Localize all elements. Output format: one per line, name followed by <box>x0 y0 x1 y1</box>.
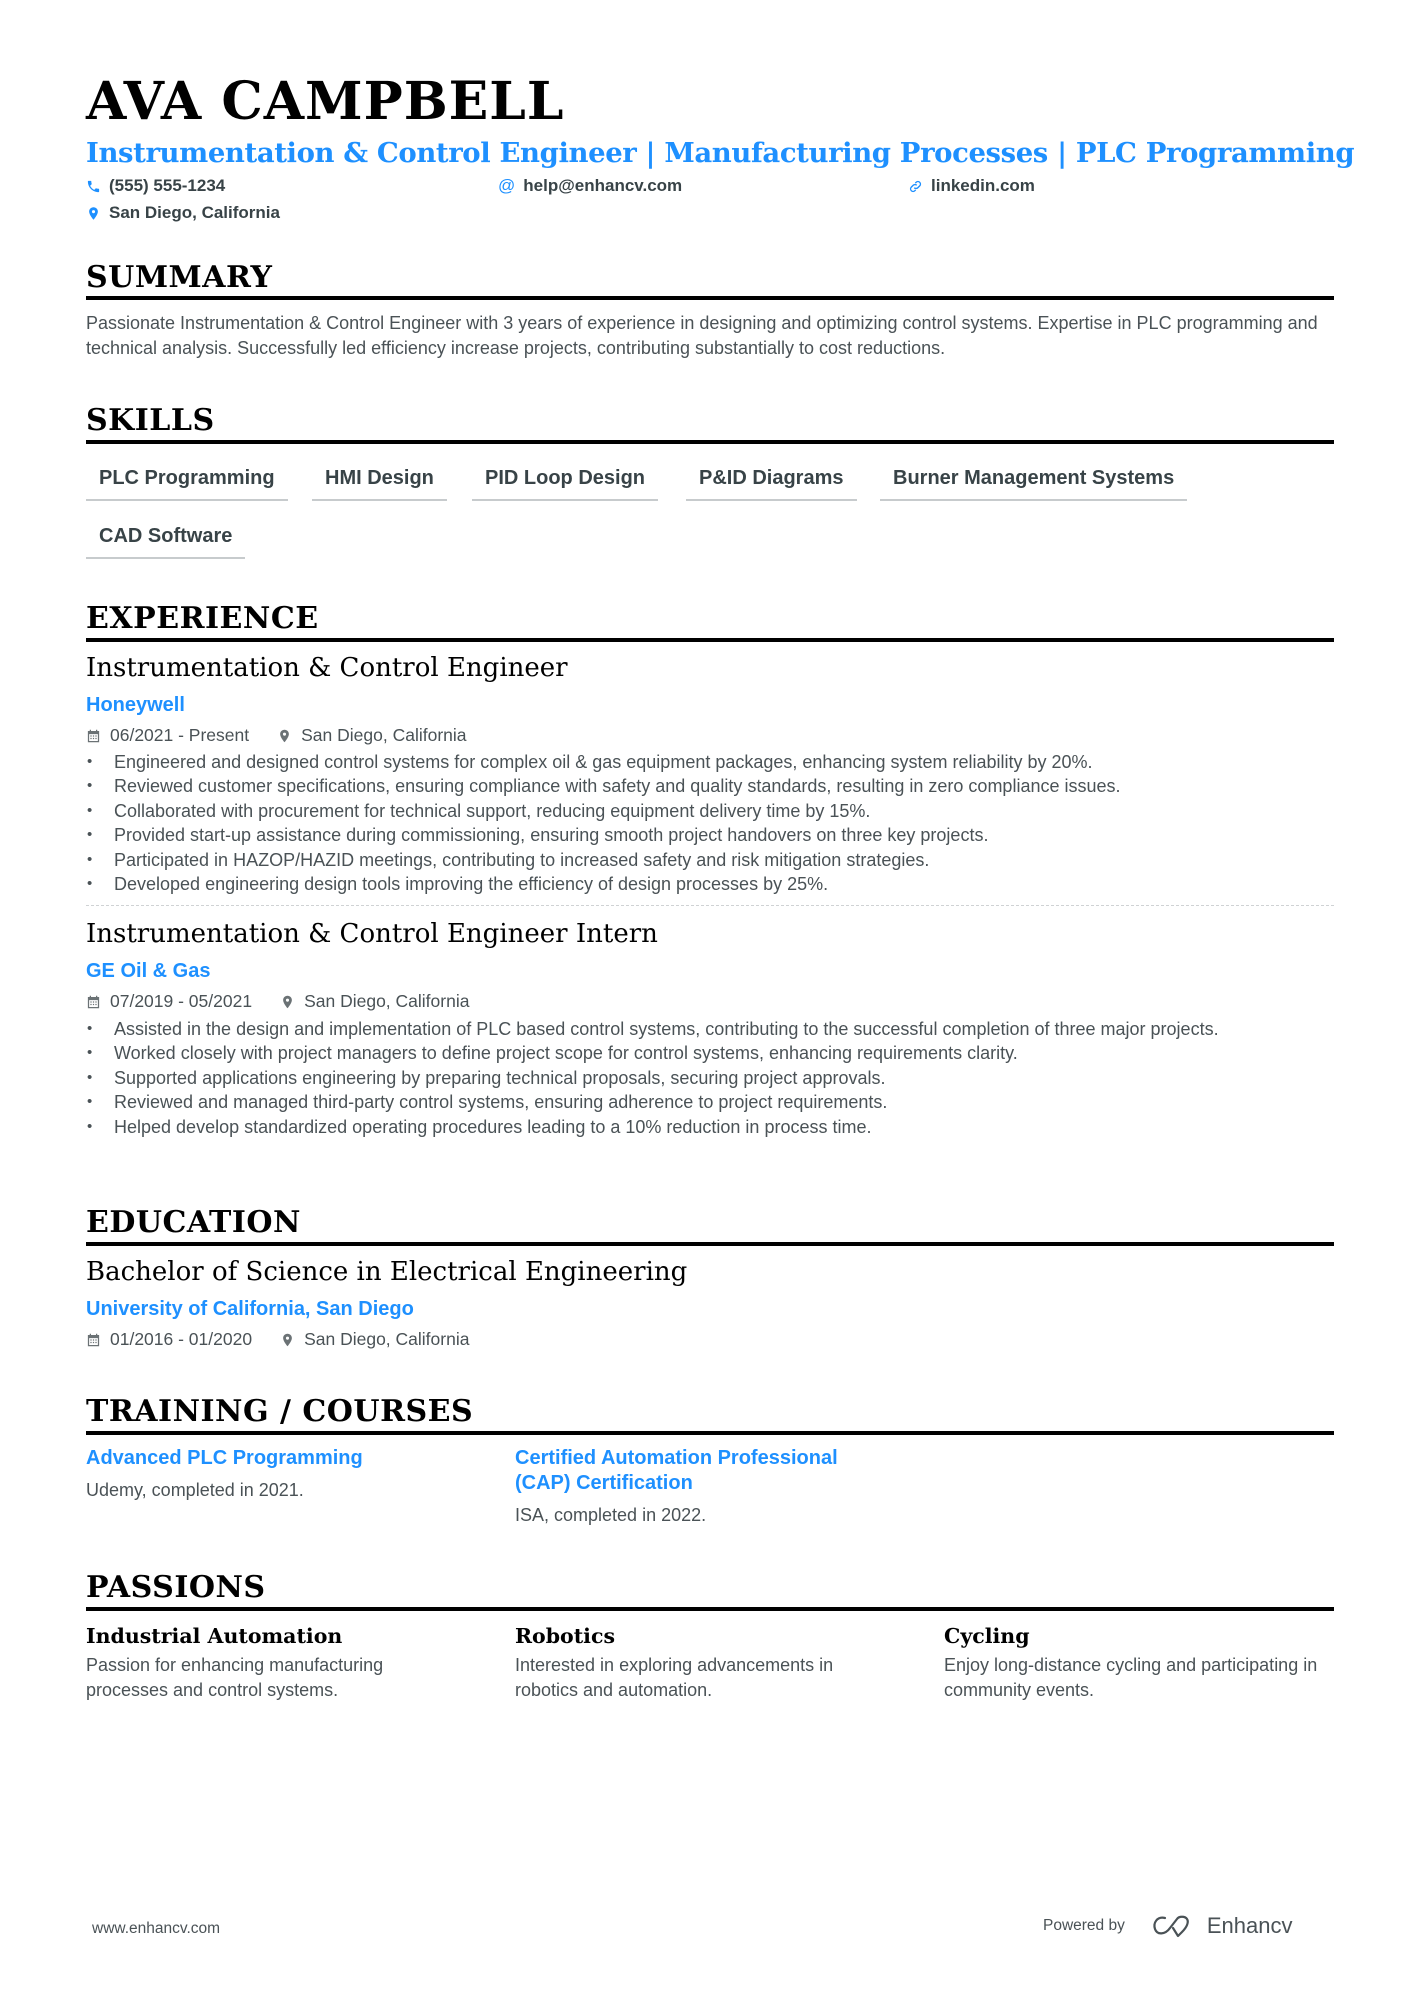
at-icon: @ <box>498 176 516 195</box>
location-pin-icon <box>283 1333 292 1346</box>
bullet-item: Reviewed customer specifications, ensuri… <box>86 774 1334 799</box>
bullet-item: Assisted in the design and implementatio… <box>86 1017 1334 1042</box>
location-pin-icon <box>283 995 292 1008</box>
contact-phone: (555) 555-1234 <box>86 176 225 196</box>
bullet-item: Supported applications engineering by pr… <box>86 1066 1334 1091</box>
passions-heading: PASSIONS <box>86 1570 266 1605</box>
job-meta: 07/2019 - 05/2021 San Diego, California <box>86 991 470 1011</box>
school-name: University of California, San Diego <box>86 1298 414 1320</box>
education-location-text: San Diego, California <box>304 1329 470 1349</box>
course-desc: Udemy, completed in 2021. <box>86 1480 304 1500</box>
location-text: San Diego, California <box>109 203 280 222</box>
link-icon <box>909 180 922 192</box>
training-divider <box>86 1431 1334 1435</box>
enhancv-logo[interactable]: Enhancv <box>1151 1913 1293 1939</box>
footer-website[interactable]: www.enhancv.com <box>92 1920 220 1938</box>
skill-chip: P&ID Diagrams <box>686 466 857 501</box>
job-dates: 07/2019 - 05/2021 <box>110 991 253 1011</box>
course-title: Advanced PLC Programming <box>86 1447 363 1469</box>
job-separator <box>86 905 1334 906</box>
education-meta: 01/2016 - 01/2020 San Diego, California <box>86 1329 470 1349</box>
passion-desc: Passion for enhancing manufacturing proc… <box>86 1655 384 1700</box>
experience-heading: EXPERIENCE <box>86 601 319 636</box>
course-title: Certified Automation Professional (CAP) … <box>515 1447 838 1494</box>
bullet-item: Engineered and designed control systems … <box>86 750 1334 775</box>
job-location-text: San Diego, California <box>304 991 470 1011</box>
degree-title: Bachelor of Science in Electrical Engine… <box>86 1257 688 1287</box>
linkedin-link[interactable]: linkedin.com <box>931 176 1035 196</box>
calendar-icon <box>87 729 100 742</box>
job-title: Instrumentation & Control Engineer <box>86 653 568 683</box>
job-title: Instrumentation & Control Engineer Inter… <box>86 919 658 949</box>
education-dates: 01/2016 - 01/2020 <box>110 1329 253 1349</box>
calendar-icon <box>87 995 100 1008</box>
brand-name: Enhancv <box>1206 1913 1293 1938</box>
bullet-item: Developed engineering design tools impro… <box>86 872 1334 897</box>
bullet-item: Helped develop standardized operating pr… <box>86 1115 1334 1140</box>
education-location: San Diego, California <box>280 1329 470 1349</box>
experience-divider <box>86 638 1334 642</box>
skills-heading: SKILLS <box>86 403 215 438</box>
phone-text: (555) 555-1234 <box>109 176 226 195</box>
passion-desc: Enjoy long-distance cycling and particip… <box>944 1655 1318 1700</box>
location-pin-icon <box>280 729 289 742</box>
job-location: San Diego, California <box>277 725 467 745</box>
education-divider <box>86 1242 1334 1246</box>
headline: Instrumentation & Control Engineer | Man… <box>86 137 1355 169</box>
passion-title: Industrial Automation <box>86 1624 343 1648</box>
bullet-item: Reviewed and managed third-party control… <box>86 1090 1334 1115</box>
job-bullets: Assisted in the design and implementatio… <box>86 1017 1334 1139</box>
bullet-item: Collaborated with procurement for techni… <box>86 799 1334 824</box>
summary-text: Passionate Instrumentation & Control Eng… <box>86 313 1318 358</box>
company-name: GE Oil & Gas <box>86 960 211 982</box>
passion-title: Cycling <box>944 1624 1030 1648</box>
calendar-icon <box>87 1333 100 1346</box>
passions-divider <box>86 1607 1334 1611</box>
education-heading: EDUCATION <box>86 1205 301 1240</box>
email-link[interactable]: help@enhancv.com <box>523 176 682 196</box>
job-meta: 06/2021 - Present San Diego, California <box>86 725 467 745</box>
job-location: San Diego, California <box>280 991 470 1011</box>
powered-by-text: Powered by <box>1043 1917 1125 1934</box>
passion-title: Robotics <box>515 1624 615 1648</box>
enhancv-logo-icon <box>1153 1915 1189 1938</box>
summary-heading: SUMMARY <box>86 260 273 295</box>
skill-chip: HMI Design <box>312 466 447 501</box>
job-location-text: San Diego, California <box>301 725 467 745</box>
job-bullets: Engineered and designed control systems … <box>86 750 1334 897</box>
skill-chip: PLC Programming <box>86 466 288 501</box>
training-heading: TRAINING / COURSES <box>86 1394 474 1429</box>
skill-chip: Burner Management Systems <box>880 466 1188 501</box>
bullet-item: Provided start-up assistance during comm… <box>86 823 1334 848</box>
course-desc: ISA, completed in 2022. <box>515 1505 707 1525</box>
skill-chip: CAD Software <box>86 524 246 559</box>
bullet-item: Participated in HAZOP/HAZID meetings, co… <box>86 848 1334 873</box>
passion-desc: Interested in exploring advancements in … <box>515 1655 834 1700</box>
summary-divider <box>86 296 1334 300</box>
footer-branding: Powered by Enhancv <box>1043 1913 1292 1939</box>
skill-chip: PID Loop Design <box>472 466 658 501</box>
job-dates: 06/2021 - Present <box>110 725 250 745</box>
contact-email[interactable]: @ help@enhancv.com <box>498 176 682 196</box>
bullet-item: Worked closely with project managers to … <box>86 1041 1334 1066</box>
candidate-name: AVA CAMPBELL <box>86 71 565 132</box>
contact-linkedin[interactable]: linkedin.com <box>908 176 1035 196</box>
phone-icon <box>87 180 100 192</box>
contact-location: San Diego, California <box>86 203 280 223</box>
company-name: Honeywell <box>86 694 185 716</box>
skills-divider <box>86 440 1334 444</box>
location-pin-icon <box>89 206 98 220</box>
